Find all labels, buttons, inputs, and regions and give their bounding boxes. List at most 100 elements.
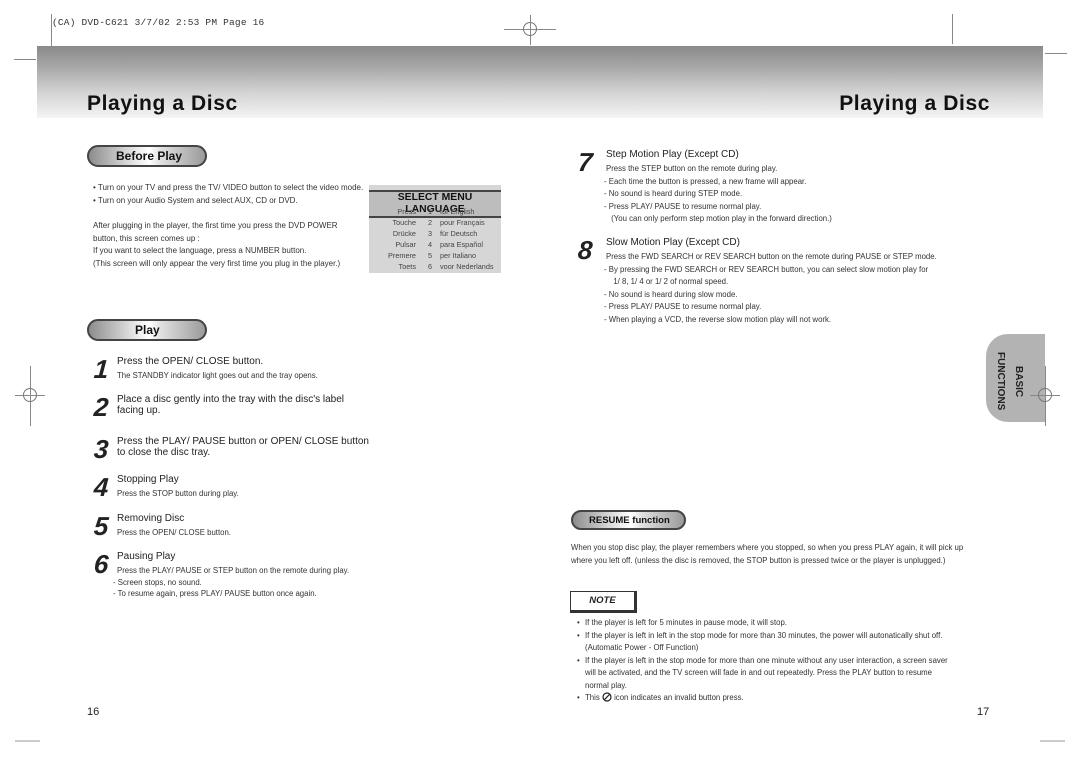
language-number: 6 bbox=[428, 262, 433, 271]
left-page-number: 16 bbox=[87, 706, 100, 718]
step-number: 6 bbox=[92, 549, 110, 579]
language-number: 3 bbox=[428, 229, 433, 238]
language-name: for English bbox=[440, 207, 475, 216]
paragraph-line: If you want to select the language, pres… bbox=[93, 246, 307, 255]
step-title-line: Pausing Play bbox=[117, 551, 176, 562]
step-detail: - No sound is heard during STEP mode. bbox=[604, 189, 743, 199]
resume-paragraph: When you stop disc play, the player reme… bbox=[571, 542, 963, 567]
language-option: Toets 6 voor Nederlands bbox=[369, 261, 501, 272]
paragraph-line: When you stop disc play, the player reme… bbox=[571, 543, 964, 552]
language-option: Press 1 for English bbox=[369, 206, 501, 217]
language-verb: Touche bbox=[392, 218, 416, 227]
language-name: für Deutsch bbox=[440, 229, 478, 238]
language-number: 2 bbox=[428, 218, 433, 227]
crop-mark bbox=[1045, 53, 1067, 54]
resume-function-heading: RESUME function bbox=[571, 510, 686, 530]
language-number: 1 bbox=[428, 207, 433, 216]
print-slug: (CA) DVD-C621 3/7/02 2:53 PM Page 16 bbox=[52, 17, 265, 28]
step-title-line: Press the OPEN/ CLOSE button. bbox=[117, 356, 264, 367]
language-menu-screen: SELECT MENU LANGUAGE Press 1 for English To… bbox=[369, 185, 501, 273]
note-line: (Automatic Power - Off Function) bbox=[585, 643, 699, 652]
step-title-line: Stopping Play bbox=[117, 474, 179, 485]
before-play-paragraph: After plugging in the player, the first … bbox=[93, 220, 340, 270]
language-option: Touche 2 pour Français bbox=[369, 217, 501, 228]
step-title: Press the PLAY/ PAUSE button or OPEN/ CL… bbox=[117, 436, 369, 458]
step-title-line: Place a disc gently into the tray with t… bbox=[117, 394, 345, 405]
play-heading: Play bbox=[87, 319, 207, 341]
note-item: • If the player is left in the stop mode … bbox=[577, 655, 948, 693]
language-verb: Premere bbox=[388, 251, 416, 260]
step-detail: (You can only perform step motion play i… bbox=[609, 214, 832, 224]
step-detail: - When playing a VCD, the reverse slow m… bbox=[604, 315, 832, 324]
note-text: This bbox=[585, 693, 600, 702]
language-name: para Español bbox=[440, 240, 484, 249]
step-number: 5 bbox=[92, 511, 110, 541]
note-item: • If the player is left for 5 minutes in … bbox=[577, 617, 948, 630]
crop-mark bbox=[15, 740, 40, 742]
step-number: 7 bbox=[576, 147, 594, 177]
step-detail: Press the OPEN/ CLOSE button. bbox=[117, 528, 231, 537]
bullet-icon: • bbox=[577, 630, 580, 640]
step-number: 1 bbox=[92, 354, 110, 384]
step-title: Removing Disc bbox=[117, 513, 184, 524]
note-line: If the player is left for 5 minutes in p… bbox=[585, 618, 787, 627]
step-title: Place a disc gently into the tray with t… bbox=[117, 394, 344, 416]
tab-label-functions: FUNCTIONS bbox=[995, 352, 1006, 411]
before-play-heading: Before Play bbox=[87, 145, 207, 167]
step-title-line: to close the disc tray. bbox=[117, 447, 211, 458]
step-title: Slow Motion Play (Except CD) bbox=[606, 237, 740, 248]
step-title: Step Motion Play (Except CD) bbox=[606, 149, 739, 160]
language-number: 5 bbox=[428, 251, 433, 260]
step-title: Stopping Play bbox=[117, 474, 179, 485]
step-detail: - Press PLAY/ PAUSE to resume normal pla… bbox=[604, 201, 762, 211]
language-verb: Toets bbox=[398, 262, 416, 271]
basic-functions-tab: BASIC FUNCTIONS bbox=[986, 334, 1045, 422]
tab-label-basic: BASIC bbox=[1013, 366, 1024, 398]
step-detail: - Press PLAY/ PAUSE to resume normal pla… bbox=[604, 302, 762, 312]
bullet-item: • Turn on your Audio System and select A… bbox=[93, 195, 298, 205]
step-title: Press the OPEN/ CLOSE button. bbox=[117, 356, 263, 367]
step-title-line: Press the PLAY/ PAUSE button or OPEN/ CL… bbox=[117, 436, 369, 447]
step-detail: 1/ 8, 1/ 4 or 1/ 2 of normal speed. bbox=[609, 277, 729, 287]
note-line: normal play. bbox=[585, 680, 627, 690]
step-detail: The STANDBY indicator light goes out and… bbox=[117, 371, 318, 380]
step-detail: - By pressing the FWD SEARCH or REV SEAR… bbox=[604, 264, 929, 274]
registration-mark-circle bbox=[523, 22, 537, 36]
paragraph-line: After plugging in the player, the first … bbox=[93, 221, 338, 230]
paragraph-line: where you left off. (unless the disc is … bbox=[571, 555, 946, 565]
step-detail: - To resume again, press PLAY/ PAUSE but… bbox=[113, 589, 317, 598]
language-verb: Pulsar bbox=[395, 240, 416, 249]
crop-mark bbox=[952, 14, 953, 44]
registration-mark-circle bbox=[23, 388, 37, 402]
step-title-line: facing up. bbox=[117, 405, 161, 416]
language-option: Drücke 3 für Deutsch bbox=[369, 228, 501, 239]
note-list: • If the player is left for 5 minutes in … bbox=[577, 617, 948, 705]
step-number: 4 bbox=[92, 472, 110, 502]
language-option: Pulsar 4 para Español bbox=[369, 239, 501, 250]
step-detail: Press the STOP button during play. bbox=[117, 489, 239, 498]
step-detail: - Each time the button is pressed, a new… bbox=[604, 176, 807, 186]
bullet-icon: • bbox=[577, 693, 580, 702]
before-play-bullets: • Turn on your TV and press the TV/ VIDE… bbox=[93, 182, 363, 207]
note-line: will be activated, and the TV screen wil… bbox=[585, 668, 933, 677]
language-name: pour Français bbox=[440, 218, 485, 227]
note-line: If the player is left in left in the sto… bbox=[585, 630, 943, 640]
paragraph-line: button, this screen comes up : bbox=[93, 233, 200, 243]
bullet-icon: • bbox=[577, 655, 580, 665]
step-title: Pausing Play bbox=[117, 551, 175, 562]
left-page-title: Playing a Disc bbox=[87, 92, 238, 115]
right-page-title: Playing a Disc bbox=[839, 92, 990, 115]
note-text: icon indicates an invalid button press. bbox=[614, 693, 744, 702]
crop-mark bbox=[1040, 740, 1065, 742]
step-detail: Press the FWD SEARCH or REV SEARCH butto… bbox=[606, 252, 937, 261]
step-title-line: Removing Disc bbox=[117, 513, 185, 524]
note-item: • If the player is left in left in the st… bbox=[577, 630, 948, 655]
registration-mark-circle bbox=[1038, 388, 1052, 402]
language-menu-rows: Press 1 for English Touche 2 pour Français Drü… bbox=[369, 206, 501, 272]
crop-mark bbox=[14, 59, 36, 60]
step-number: 2 bbox=[92, 392, 110, 422]
step-detail: Press the STEP button on the remote duri… bbox=[606, 164, 778, 173]
language-option: Premere 5 per Italiano bbox=[369, 250, 501, 261]
bullet-icon: • bbox=[577, 618, 580, 627]
language-verb: Drücke bbox=[392, 229, 416, 238]
